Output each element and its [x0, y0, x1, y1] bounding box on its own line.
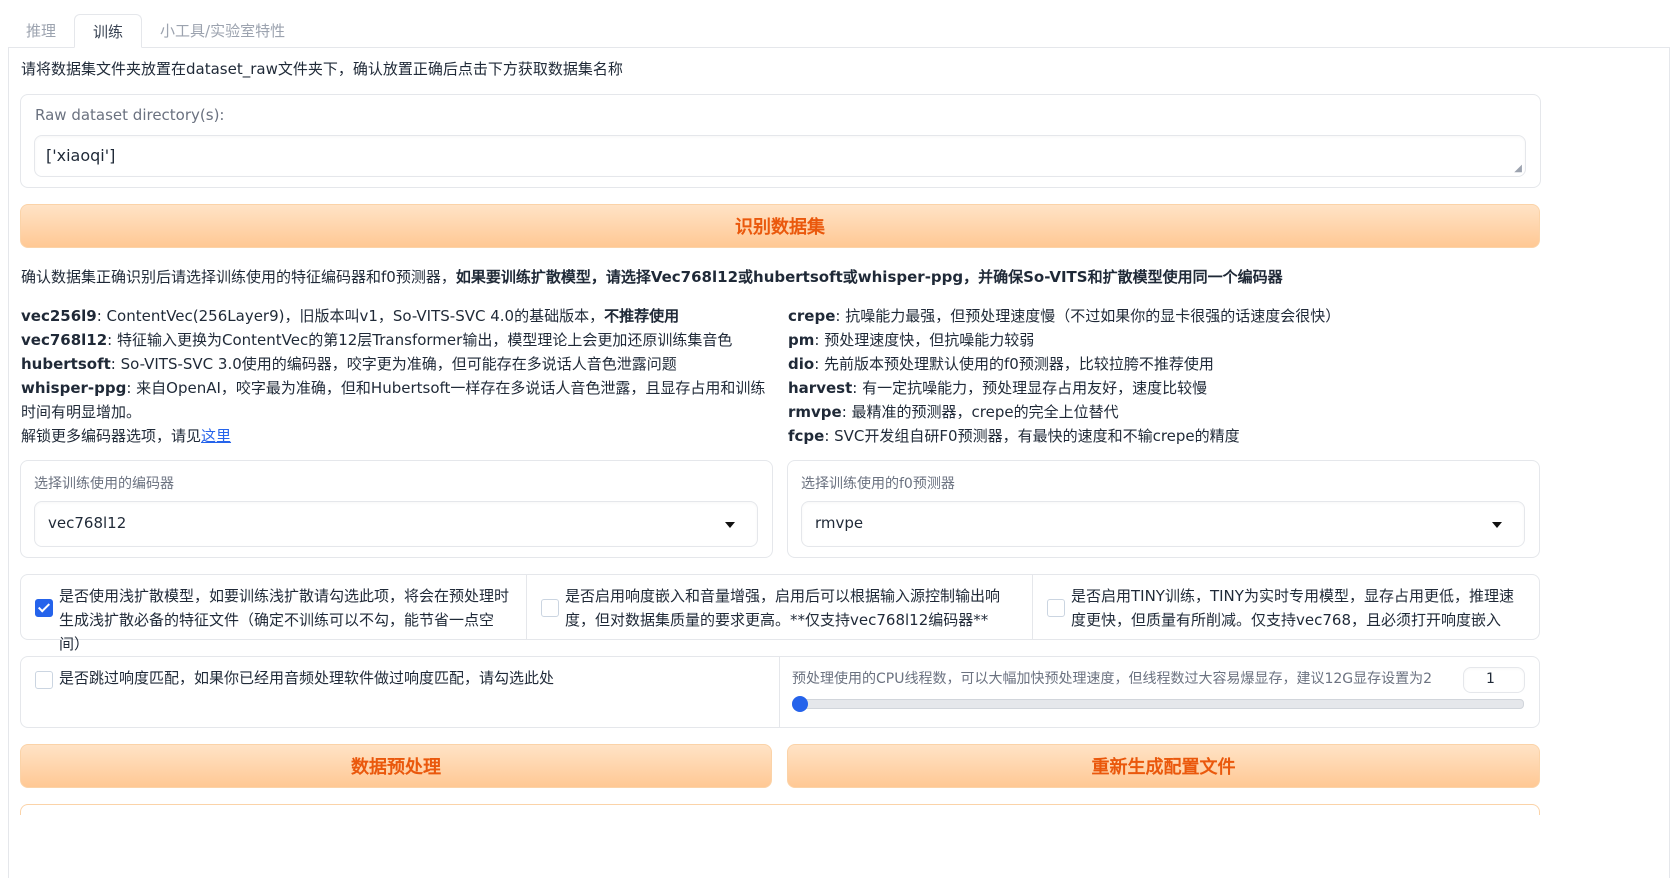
f0-dropdown-value: rmvpe: [815, 514, 864, 532]
tab-bar: 推理 训练 小工具/实验室特性: [8, 14, 303, 48]
f0-name: pm: [788, 331, 815, 349]
confirm-text-normal: 确认数据集正确识别后请选择训练使用的特征编码器和f0预测器，: [21, 268, 456, 286]
f0-info-item: harvest: 有一定抗噪能力，预处理显存占用友好，速度比较慢: [788, 376, 1528, 400]
intro-text: 请将数据集文件夹放置在dataset_raw文件夹下，确认放置正确后点击下方获取…: [21, 60, 623, 78]
encoder-name: hubertsoft: [21, 355, 111, 373]
next-section-edge: [20, 804, 1540, 815]
encoder-dropdown-value: vec768l12: [48, 514, 127, 532]
raw-dataset-textarea[interactable]: ['xiaoqi'] ◢: [34, 135, 1526, 177]
encoder-info-item: whisper-ppg: 来自OpenAI，咬字最为准确，但和Hubertsof…: [21, 376, 771, 424]
f0-name: crepe: [788, 307, 836, 325]
skip-loudness-checkbox[interactable]: [35, 671, 53, 689]
f0-dropdown[interactable]: rmvpe: [801, 501, 1525, 547]
encoder-name: whisper-ppg: [21, 379, 127, 397]
f0-name: harvest: [788, 379, 853, 397]
tab-inference[interactable]: 推理: [8, 14, 74, 46]
f0-desc: : 抗噪能力最强，但预处理速度慢（不过如果你的显卡很强的话速度会很快）: [835, 307, 1341, 325]
skip-loudness-option[interactable]: 是否跳过响度匹配，如果你已经用音频处理软件做过响度匹配，请勾选此处: [21, 657, 780, 727]
encoder-name: vec256l9: [21, 307, 97, 325]
f0-name: fcpe: [788, 427, 825, 445]
encoder-desc: : So-VITS-SVC 3.0使用的编码器，咬字更为准确，但可能存在多说话人…: [110, 355, 677, 373]
raw-dataset-box: Raw dataset directory(s): ['xiaoqi'] ◢: [20, 94, 1541, 188]
tiny-train-option[interactable]: 是否启用TINY训练，TINY为实时专用模型，显存占用更低，推理速度更快，但质量…: [1033, 575, 1539, 639]
f0-info-item: dio: 先前版本预处理默认使用的f0预测器，比较拉胯不推荐使用: [788, 352, 1528, 376]
encoder-desc: : 来自OpenAI，咬字最为准确，但和Hubertsoft一样存在多说话人音色…: [21, 379, 766, 421]
tiny-train-label: 是否启用TINY训练，TINY为实时专用模型，显存占用更低，推理速度更快，但质量…: [1071, 587, 1514, 629]
cpu-threads-slider-track[interactable]: [792, 699, 1524, 709]
chevron-down-icon[interactable]: [1492, 522, 1502, 528]
raw-dataset-label: Raw dataset directory(s):: [35, 106, 225, 124]
confirm-text-bold: 如果要训练扩散模型，请选择Vec768l12或hubertsoft或whispe…: [455, 268, 1283, 286]
shallow-diffusion-option[interactable]: 是否使用浅扩散模型，如要训练浅扩散请勾选此项，将会在预处理时生成浅扩散必备的特征…: [21, 575, 527, 653]
cpu-threads-slider-thumb[interactable]: [792, 696, 808, 712]
encoder-info-item: hubertsoft: So-VITS-SVC 3.0使用的编码器，咬字更为准确…: [21, 352, 771, 376]
loudness-embed-checkbox[interactable]: [541, 599, 559, 617]
cpu-threads-label: 预处理使用的CPU线程数，可以大幅加快预处理速度，但线程数过大容易爆显存，建议1…: [792, 671, 1433, 687]
f0-name: rmvpe: [788, 403, 842, 421]
f0-info-item: pm: 预处理速度快，但抗噪能力较弱: [788, 328, 1528, 352]
unlock-more-text: 解锁更多编码器选项，请见这里: [21, 424, 771, 448]
encoder-warning: 不推荐使用: [604, 307, 680, 325]
tab-tools[interactable]: 小工具/实验室特性: [142, 14, 303, 46]
f0-select-box: 选择训练使用的f0预测器 rmvpe: [787, 460, 1540, 558]
encoder-select-box: 选择训练使用的编码器 vec768l12: [20, 460, 773, 558]
regenerate-config-button[interactable]: 重新生成配置文件: [787, 744, 1540, 788]
f0-info-item: rmvpe: 最精准的预测器，crepe的完全上位替代: [788, 400, 1528, 424]
tiny-train-checkbox[interactable]: [1047, 599, 1065, 617]
encoder-desc: : 特征输入更换为ContentVec的第12层Transformer输出，模型…: [107, 331, 733, 349]
loudness-embed-label: 是否启用响度嵌入和音量增强，启用后可以根据输入源控制输出响度，但对数据集质量的要…: [565, 587, 1001, 629]
f0-info-item: fcpe: SVC开发组自研F0预测器，有最快的速度和不输crepe的精度: [788, 424, 1528, 448]
encoder-desc: : ContentVec(256Layer9)，旧版本叫v1，So-VITS-S…: [96, 307, 605, 325]
identify-dataset-button[interactable]: 识别数据集: [20, 204, 1540, 248]
f0-info-list: crepe: 抗噪能力最强，但预处理速度慢（不过如果你的显卡很强的话速度会很快）…: [788, 304, 1528, 448]
shallow-diffusion-checkbox[interactable]: [35, 599, 53, 617]
f0-name: dio: [788, 355, 815, 373]
encoder-info-item: vec256l9: ContentVec(256Layer9)，旧版本叫v1，S…: [21, 304, 771, 328]
f0-info-item: crepe: 抗噪能力最强，但预处理速度慢（不过如果你的显卡很强的话速度会很快）: [788, 304, 1528, 328]
resize-handle-icon[interactable]: ◢: [1514, 164, 1522, 174]
cpu-threads-value: 1: [1486, 671, 1495, 687]
raw-dataset-value: ['xiaoqi']: [46, 146, 116, 165]
f0-desc: : SVC开发组自研F0预测器，有最快的速度和不输crepe的精度: [824, 427, 1240, 445]
f0-desc: : 最精准的预测器，crepe的完全上位替代: [841, 403, 1119, 421]
f0-desc: : 先前版本预处理默认使用的f0预测器，比较拉胯不推荐使用: [814, 355, 1214, 373]
preprocess-options-row: 是否跳过响度匹配，如果你已经用音频处理软件做过响度匹配，请勾选此处 预处理使用的…: [20, 656, 1540, 728]
shallow-diffusion-label: 是否使用浅扩散模型，如要训练浅扩散请勾选此项，将会在预处理时生成浅扩散必备的特征…: [59, 587, 510, 653]
cpu-threads-control: 预处理使用的CPU线程数，可以大幅加快预处理速度，但线程数过大容易爆显存，建议1…: [780, 657, 1538, 727]
f0-select-label: 选择训练使用的f0预测器: [801, 476, 955, 492]
encoder-info-item: vec768l12: 特征输入更换为ContentVec的第12层Transfo…: [21, 328, 771, 352]
preprocess-button[interactable]: 数据预处理: [20, 744, 772, 788]
unlock-link[interactable]: 这里: [201, 427, 231, 445]
options-checkbox-row: 是否使用浅扩散模型，如要训练浅扩散请勾选此项，将会在预处理时生成浅扩散必备的特征…: [20, 574, 1540, 653]
f0-desc: : 有一定抗噪能力，预处理显存占用友好，速度比较慢: [852, 379, 1208, 397]
f0-desc: : 预处理速度快，但抗噪能力较弱: [814, 331, 1035, 349]
confirm-text: 确认数据集正确识别后请选择训练使用的特征编码器和f0预测器，如果要训练扩散模型，…: [21, 266, 1283, 287]
encoder-dropdown[interactable]: vec768l12: [34, 501, 758, 547]
cpu-threads-number-input[interactable]: 1: [1463, 667, 1525, 693]
chevron-down-icon[interactable]: [725, 522, 735, 528]
skip-loudness-label: 是否跳过响度匹配，如果你已经用音频处理软件做过响度匹配，请勾选此处: [59, 669, 555, 687]
tab-training[interactable]: 训练: [74, 14, 143, 48]
loudness-embed-option[interactable]: 是否启用响度嵌入和音量增强，启用后可以根据输入源控制输出响度，但对数据集质量的要…: [527, 575, 1033, 639]
encoder-name: vec768l12: [21, 331, 108, 349]
unlock-text: 解锁更多编码器选项，请见: [21, 427, 202, 445]
encoder-select-label: 选择训练使用的编码器: [34, 476, 174, 492]
encoder-info-list: vec256l9: ContentVec(256Layer9)，旧版本叫v1，S…: [21, 304, 771, 448]
